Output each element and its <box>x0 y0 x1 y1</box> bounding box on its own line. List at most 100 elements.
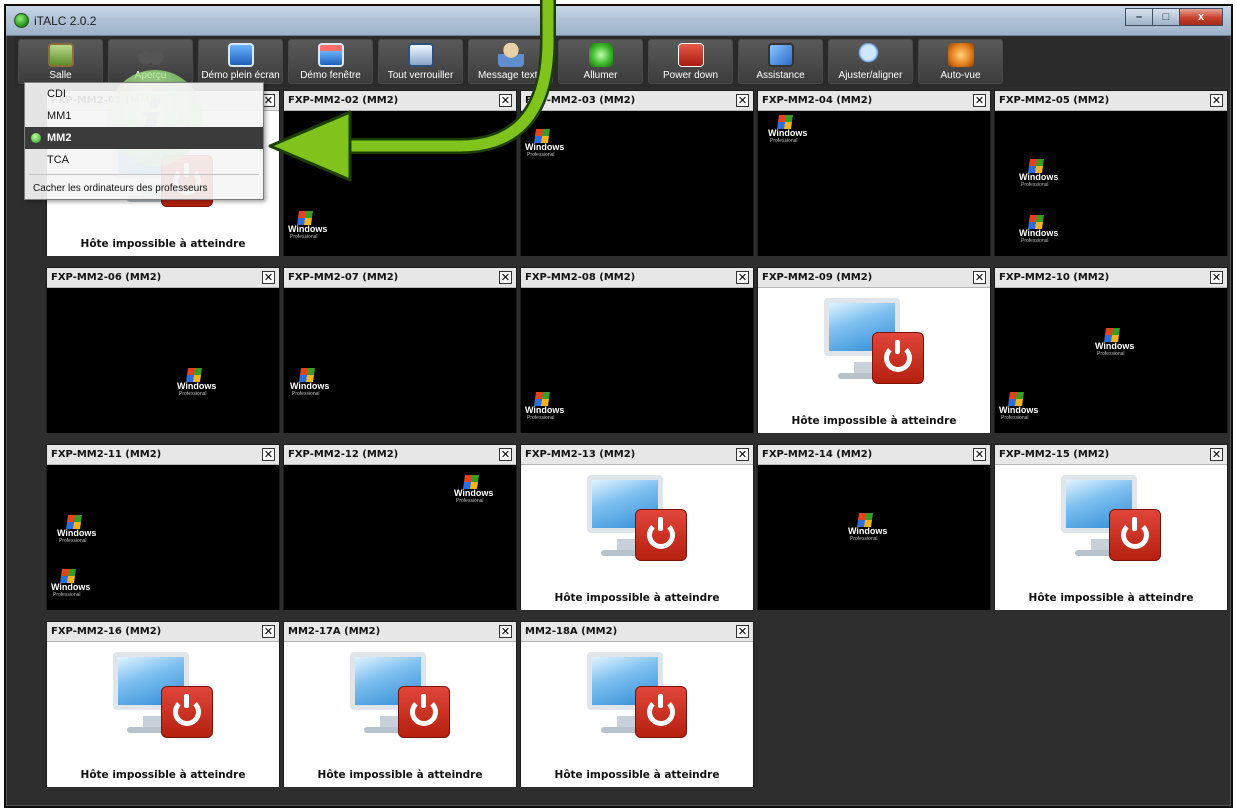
menu-item-hide-teachers[interactable]: Cacher les ordinateurs des professeurs <box>25 178 263 200</box>
toolbar-button-label: Message texte <box>477 70 544 81</box>
toolbar-button-5[interactable]: Message texte <box>468 39 553 84</box>
unreachable-host-view[interactable]: Hôte impossible à atteindre <box>758 288 990 433</box>
menu-item-mm2[interactable]: MM2 <box>25 127 263 149</box>
computer-tile[interactable]: FXP-MM2-10 (MM2) ✕ Windows Professional Wind… <box>994 267 1228 433</box>
tile-close-icon[interactable]: ✕ <box>1210 271 1223 284</box>
title-bar[interactable]: iTALC 2.0.2 – □ x <box>6 6 1231 36</box>
tile-close-icon[interactable]: ✕ <box>973 448 986 461</box>
remote-screen-thumbnail[interactable]: Windows Professional <box>47 288 279 433</box>
tile-close-icon[interactable]: ✕ <box>499 94 512 107</box>
computer-name: FXP-MM2-12 (MM2) <box>288 449 399 460</box>
remote-screen-thumbnail[interactable]: Windows Professional <box>284 465 516 610</box>
tile-header: MM2-17A (MM2) ✕ <box>284 622 516 642</box>
selected-dot-icon <box>31 133 41 143</box>
remote-screen-thumbnail[interactable]: Windows Professional <box>284 288 516 433</box>
unreachable-host-view[interactable]: Hôte impossible à atteindre <box>47 642 279 787</box>
computer-tile[interactable]: FXP-MM2-06 (MM2) ✕ Windows Professional <box>46 267 280 433</box>
remote-screen-thumbnail[interactable]: Windows Professional Windows Professional <box>995 111 1227 256</box>
tile-close-icon[interactable]: ✕ <box>1210 94 1223 107</box>
unreachable-host-view[interactable]: Hôte impossible à atteindre <box>521 642 753 787</box>
toolbar-button-10[interactable]: Auto-vue <box>918 39 1003 84</box>
unreachable-host-view[interactable]: Hôte impossible à atteindre <box>521 465 753 610</box>
toolbar-button-2[interactable]: Démo plein écran <box>198 39 283 84</box>
menu-item-mm1[interactable]: MM1 <box>25 105 263 127</box>
toolbar-button-8[interactable]: Assistance <box>738 39 823 84</box>
computer-tile[interactable]: FXP-MM2-09 (MM2) ✕ Hôte impossible à attei… <box>757 267 991 433</box>
unreachable-host-view[interactable]: Hôte impossible à atteindre <box>995 465 1227 610</box>
windows-xp-logo-icon: Windows Professional <box>454 475 494 505</box>
unreachable-host-text: Hôte impossible à atteindre <box>1028 592 1194 604</box>
computer-tile[interactable]: FXP-MM2-03 (MM2) ✕ Windows Professional <box>520 90 754 256</box>
windows-xp-logo-icon: Windows Professional <box>57 515 97 545</box>
computer-tile[interactable]: FXP-MM2-14 (MM2) ✕ Windows Professional <box>757 444 991 610</box>
windows-brand-text: Windows <box>525 142 565 152</box>
computer-tile[interactable]: FXP-MM2-07 (MM2) ✕ Windows Professional <box>283 267 517 433</box>
maximize-button[interactable]: □ <box>1152 8 1180 26</box>
unreachable-host-view[interactable]: Hôte impossible à atteindre <box>284 642 516 787</box>
remote-screen-thumbnail[interactable]: Windows Professional Windows Professional <box>995 288 1227 433</box>
computer-tile[interactable]: MM2-18A (MM2) ✕ Hôte impossible à atteindr… <box>520 621 754 787</box>
computer-name: FXP-MM2-11 (MM2) <box>51 449 162 460</box>
tile-header: FXP-MM2-10 (MM2) ✕ <box>995 268 1227 288</box>
computer-tile[interactable]: FXP-MM2-04 (MM2) ✕ Windows Professional <box>757 90 991 256</box>
windows-xp-logo-icon: Windows Professional <box>1095 328 1135 358</box>
tile-close-icon[interactable]: ✕ <box>499 448 512 461</box>
computer-tile[interactable]: FXP-MM2-16 (MM2) ✕ Hôte impossible à attei… <box>46 621 280 787</box>
windows-xp-logo-icon: Windows Professional <box>525 392 565 422</box>
tile-close-icon[interactable]: ✕ <box>262 271 275 284</box>
menu-separator <box>29 174 259 175</box>
computer-name: FXP-MM2-15 (MM2) <box>999 449 1110 460</box>
remote-screen-thumbnail[interactable]: Windows Professional <box>758 465 990 610</box>
computer-tile[interactable]: FXP-MM2-13 (MM2) ✕ Hôte impossible à attei… <box>520 444 754 610</box>
remote-screen-thumbnail[interactable]: Windows Professional <box>284 111 516 256</box>
windows-edition-text: Professional <box>59 538 87 544</box>
toolbar-button-3[interactable]: Démo fenêtre <box>288 39 373 84</box>
menu-item-cdi[interactable]: CDI <box>25 83 263 105</box>
windows-xp-logo-icon: Windows Professional <box>177 368 217 398</box>
computer-tile[interactable]: FXP-MM2-12 (MM2) ✕ Windows Professional <box>283 444 517 610</box>
power-off-icon <box>1109 509 1161 561</box>
tile-close-icon[interactable]: ✕ <box>973 271 986 284</box>
tile-header: FXP-MM2-05 (MM2) ✕ <box>995 91 1227 111</box>
remote-screen-thumbnail[interactable]: Windows Professional Windows Professional <box>47 465 279 610</box>
tile-close-icon[interactable]: ✕ <box>736 94 749 107</box>
windows-flag-icon <box>1104 328 1120 342</box>
toolbar-button-0[interactable]: Salle <box>18 39 103 84</box>
tile-close-icon[interactable]: ✕ <box>499 271 512 284</box>
computer-tile[interactable]: FXP-MM2-02 (MM2) ✕ Windows Professional <box>283 90 517 256</box>
tile-close-icon[interactable]: ✕ <box>262 625 275 638</box>
menu-item-tca[interactable]: TCA <box>25 149 263 171</box>
computer-tile[interactable]: FXP-MM2-05 (MM2) ✕ Windows Professional Wind… <box>994 90 1228 256</box>
toolbar-button-7[interactable]: Power down <box>648 39 733 84</box>
close-button[interactable]: x <box>1179 8 1223 26</box>
toolbar-button-6[interactable]: Allumer <box>558 39 643 84</box>
computer-name: FXP-MM2-13 (MM2) <box>525 449 636 460</box>
tile-close-icon[interactable]: ✕ <box>736 448 749 461</box>
computer-tile[interactable]: FXP-MM2-15 (MM2) ✕ Hôte impossible à attei… <box>994 444 1228 610</box>
window-controls: – □ x <box>1125 8 1223 26</box>
windows-flag-icon <box>1028 215 1044 229</box>
tile-close-icon[interactable]: ✕ <box>973 94 986 107</box>
computer-name: FXP-MM2-07 (MM2) <box>288 272 399 283</box>
remote-screen-thumbnail[interactable]: Windows Professional <box>758 111 990 256</box>
tile-header: FXP-MM2-13 (MM2) ✕ <box>521 445 753 465</box>
remote-screen-thumbnail[interactable]: Windows Professional <box>521 111 753 256</box>
windows-edition-text: Professional <box>1021 238 1049 244</box>
computer-tile[interactable]: MM2-17A (MM2) ✕ Hôte impossible à atteindr… <box>283 621 517 787</box>
windows-brand-text: Windows <box>51 582 91 592</box>
toolbar-button-label: Salle <box>49 70 72 81</box>
tile-close-icon[interactable]: ✕ <box>1210 448 1223 461</box>
toolbar-button-9[interactable]: Ajuster/aligner <box>828 39 913 84</box>
tile-close-icon[interactable]: ✕ <box>736 271 749 284</box>
minimize-button[interactable]: – <box>1125 8 1153 26</box>
computer-tile[interactable]: FXP-MM2-11 (MM2) ✕ Windows Professional Wind… <box>46 444 280 610</box>
menu-item-label: MM1 <box>47 110 72 122</box>
remote-screen-thumbnail[interactable]: Windows Professional <box>521 288 753 433</box>
windows-flag-icon <box>299 368 315 382</box>
tile-header: MM2-18A (MM2) ✕ <box>521 622 753 642</box>
tile-close-icon[interactable]: ✕ <box>499 625 512 638</box>
computer-tile[interactable]: FXP-MM2-08 (MM2) ✕ Windows Professional <box>520 267 754 433</box>
tile-close-icon[interactable]: ✕ <box>736 625 749 638</box>
toolbar-button-4[interactable]: Tout verrouiller <box>378 39 463 84</box>
tile-close-icon[interactable]: ✕ <box>262 448 275 461</box>
